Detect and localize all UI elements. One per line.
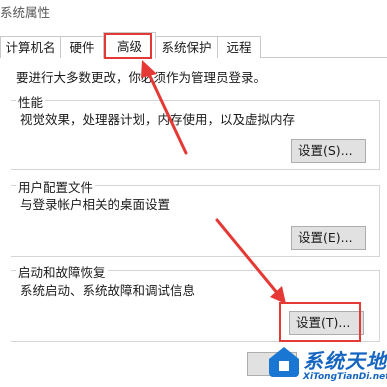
- performance-description: 视觉效果，处理器计划，内存使用，以及虚拟内存: [20, 112, 296, 127]
- watermark-logo-icon: [269, 347, 299, 377]
- system-properties-window: 系统属性 计算机名 硬件 高级 系统保护 远程 要进行大多数更改，你必须作为管理…: [0, 0, 387, 387]
- watermark-url: XiTongTianDi.net: [303, 372, 387, 382]
- tab-remote[interactable]: 远程: [217, 36, 261, 58]
- admin-notice: 要进行大多数更改，你必须作为管理员登录。: [16, 70, 267, 85]
- tab-system-protection[interactable]: 系统保护: [155, 36, 218, 58]
- user-profiles-settings-button[interactable]: 设置(E)...: [291, 226, 366, 250]
- window-title: 系统属性: [0, 5, 51, 20]
- startup-recovery-description: 系统启动、系统故障和调试信息: [20, 283, 196, 298]
- user-profiles-description: 与登录帐户相关的桌面设置: [20, 197, 171, 212]
- tab-advanced[interactable]: 高级: [103, 32, 156, 59]
- startup-recovery-label: 启动和故障恢复: [16, 262, 108, 281]
- tab-hardware[interactable]: 硬件: [60, 36, 104, 58]
- performance-settings-button[interactable]: 设置(S)...: [291, 139, 366, 163]
- startup-recovery-settings-button[interactable]: 设置(T)...: [289, 311, 364, 335]
- tab-computer-name[interactable]: 计算机名: [0, 36, 61, 58]
- watermark-brand: 系统天地: [303, 349, 387, 373]
- watermark: 系统天地 XiTongTianDi.net: [265, 343, 387, 387]
